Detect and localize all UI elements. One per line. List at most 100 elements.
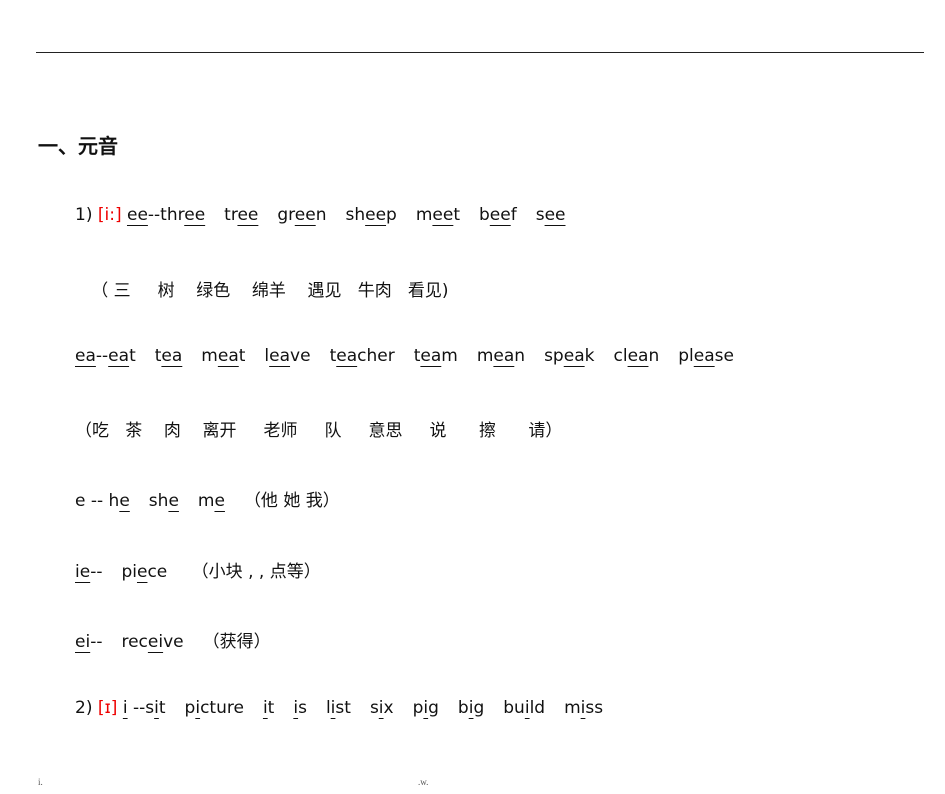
word-part: m <box>564 698 581 718</box>
word-part: b <box>457 698 469 718</box>
word-part: s <box>298 698 307 718</box>
word-part: m <box>441 346 458 366</box>
underlined-letters: ee <box>294 205 316 225</box>
word-part: n <box>648 346 660 366</box>
underlined-letters: ei <box>147 632 164 652</box>
example-word: beef <box>479 205 517 225</box>
example-word: ie-- <box>75 562 102 582</box>
word-part: m <box>201 346 218 366</box>
example-word: see <box>536 205 566 225</box>
underlined-letters: ea <box>336 346 358 366</box>
word-part: --thr <box>147 205 185 225</box>
word-part: n <box>514 346 526 366</box>
example-word: clean <box>613 346 659 366</box>
example-word: ei-- <box>75 632 102 652</box>
word-part: t <box>453 205 460 225</box>
underlined-letters: ee <box>489 205 511 225</box>
underlined-letters: ea <box>420 346 442 366</box>
underlined-letters: ee <box>126 205 148 225</box>
word-part: bu <box>503 698 525 718</box>
translation: （获得） <box>202 632 271 652</box>
translation: （他 她 我） <box>243 491 340 511</box>
translation: （小块 , , 点等） <box>186 562 321 582</box>
underlined-letters: e <box>136 562 148 582</box>
underlined-letters: e <box>119 491 130 511</box>
underlined-letters: ei <box>75 632 91 652</box>
word-part: ce <box>147 562 168 582</box>
word-part: p <box>412 698 424 718</box>
underlined-letters: ea <box>269 346 291 366</box>
example-word: she <box>149 491 179 511</box>
word-part: t <box>267 698 275 718</box>
word-part: tr <box>224 205 238 225</box>
underlined-letters: e <box>168 491 179 511</box>
header-rule <box>36 52 924 53</box>
underlined-letters: ea <box>75 346 96 366</box>
example-word: tree <box>224 205 258 225</box>
underlined-letters: ea <box>563 346 585 366</box>
example-word: please <box>678 346 734 366</box>
text-line: ea--eat tea meat leave teacher team mean speak c… <box>75 346 753 366</box>
line-prefix: （吃 茶 肉 离开 老师 队 意思 说 擦 请） <box>75 421 563 441</box>
example-word: meat <box>201 346 245 366</box>
example-word: i --sit <box>123 698 166 718</box>
word-part: cture <box>200 698 244 718</box>
line-prefix: 1) <box>75 205 98 225</box>
word-part: se <box>714 346 734 366</box>
underlined-letters: ee <box>184 205 206 225</box>
word-part: ss <box>585 698 604 718</box>
footer-center: .w. <box>418 777 429 787</box>
example-word: six <box>370 698 394 718</box>
text-line: ie-- piece （小块 , , 点等） <box>75 557 321 582</box>
word-part: st <box>335 698 351 718</box>
underlined-letters: ee <box>365 205 387 225</box>
word-part: sp <box>544 346 564 366</box>
word-part: rec <box>121 632 148 652</box>
line-prefix: （ 三 树 绿色 绵羊 遇见 牛肉 看见) <box>75 281 449 301</box>
phonetic-symbol: [ɪ] <box>97 698 118 718</box>
example-word: team <box>414 346 458 366</box>
word-part: gr <box>277 205 295 225</box>
word-part: -- <box>95 346 109 366</box>
word-part: t <box>238 346 246 366</box>
example-word: ea--eat <box>75 346 136 366</box>
example-word: leave <box>264 346 310 366</box>
example-word: piece <box>121 562 167 582</box>
word-part: k <box>584 346 595 366</box>
word-part: sh <box>345 205 366 225</box>
word-part: m <box>415 205 433 225</box>
word-part: -- <box>90 562 103 582</box>
word-part: n <box>315 205 327 225</box>
word-part: cher <box>357 346 395 366</box>
example-word: miss <box>564 698 603 718</box>
underlined-letters: ea <box>493 346 515 366</box>
word-part: g <box>473 698 485 718</box>
example-word: green <box>277 205 326 225</box>
word-part: pi <box>121 562 137 582</box>
word-part: m <box>197 491 215 511</box>
text-line: 2) [ɪ] i --sit picture it is list six pig big bu… <box>75 698 622 718</box>
example-word: list <box>326 698 351 718</box>
example-word: ee--three <box>127 205 205 225</box>
example-word: build <box>503 698 545 718</box>
word-part: ve <box>290 346 311 366</box>
example-word: mean <box>477 346 525 366</box>
text-line: ei-- receive （获得） <box>75 627 271 652</box>
word-part: b <box>479 205 490 225</box>
word-part: f <box>510 205 517 225</box>
phonetic-symbol: [i:] <box>97 205 122 225</box>
word-part: --s <box>127 698 155 718</box>
underlined-letters: ee <box>432 205 454 225</box>
line-prefix: e -- <box>75 491 109 511</box>
underlined-letters: ie <box>75 562 91 582</box>
underlined-letters: e <box>214 491 225 511</box>
underlined-letters: ee <box>544 205 566 225</box>
word-part: t <box>158 698 166 718</box>
example-word: pig <box>413 698 439 718</box>
example-word: it <box>263 698 274 718</box>
example-word: teacher <box>330 346 395 366</box>
example-word: receive <box>121 632 183 652</box>
word-part: ld <box>529 698 546 718</box>
underlined-letters: ea <box>217 346 239 366</box>
word-part: -- <box>90 632 103 652</box>
